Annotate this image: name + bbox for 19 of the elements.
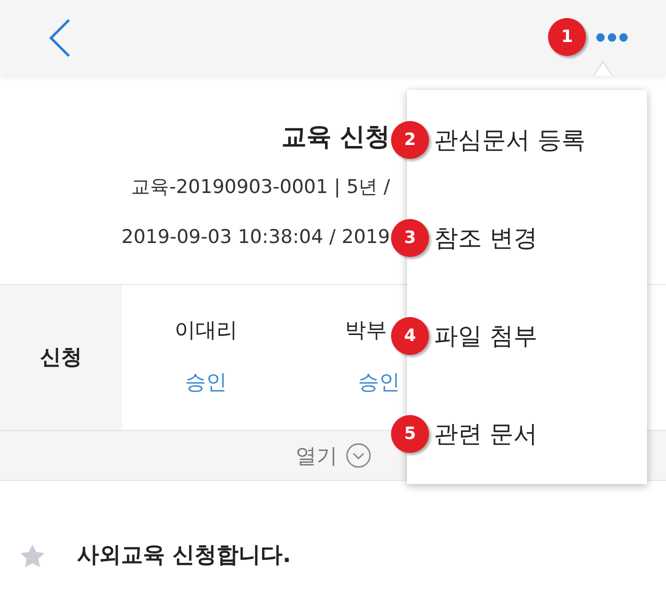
document-title: 교육 신청 <box>280 121 390 153</box>
approval-status: 승인 <box>185 369 227 396</box>
approval-label: 신청 <box>0 285 122 430</box>
document-dates: 2019-09-03 10:38:04 / 2019 <box>120 225 390 250</box>
document-number: 교육-20190903-0001 | 5년 / <box>130 175 390 200</box>
star-icon[interactable] <box>20 544 45 568</box>
number-badge: 4 <box>391 317 429 355</box>
chevron-down-circle-icon <box>346 443 370 468</box>
post-subject: 사외교육 신청합니다. <box>77 542 292 570</box>
number-badge: 5 <box>391 415 429 453</box>
back-icon <box>48 18 72 58</box>
number-badge: 1 <box>548 18 586 56</box>
approval-status: 승인 <box>358 369 400 396</box>
expand-button[interactable]: 열기 <box>294 440 372 470</box>
more-icon <box>596 33 628 42</box>
number-badge: 3 <box>391 219 429 257</box>
number-badge: 2 <box>391 121 429 159</box>
approver-name: 이대리 <box>174 317 238 344</box>
approver-name: 박부 <box>345 317 387 344</box>
